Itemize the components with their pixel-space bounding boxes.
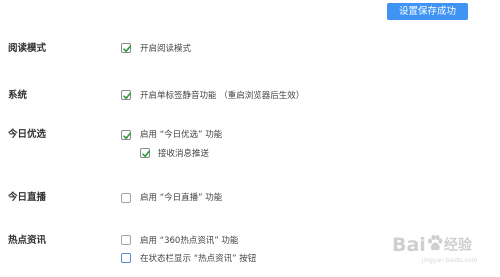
settings-page: 设置保存成功 阅读模式 开启阅读模式 系统 开启单标签静音功能 （重启浏览器后生… [0,0,500,277]
option-text-today-picks: 启用 “今日优选” 功能 [140,130,223,140]
watermark-brand-right: 经验 [443,237,472,254]
checkbox-hot-news[interactable] [121,235,131,245]
section-label-system: 系统 [8,90,28,101]
check-icon [123,92,131,100]
checkbox-today-live[interactable] [121,193,131,203]
paw-icon [427,231,443,261]
watermark-brand-left: Bai [392,234,426,256]
check-icon [123,45,131,53]
checkbox-reading-mode[interactable] [121,43,131,53]
checkbox-hot-news-statusbar[interactable] [121,253,131,263]
option-text-reading-mode: 开启阅读模式 [140,44,192,54]
checkbox-today-picks[interactable] [121,130,131,140]
save-status-badge: 设置保存成功 [387,3,468,20]
option-text-push-messages: 接收消息推送 [158,149,210,159]
section-label-today-live: 今日直播 [8,192,47,203]
check-icon [142,150,150,158]
checkbox-push-messages[interactable] [140,148,150,158]
watermark-url: jingyan.baidu.com [422,257,478,264]
baidu-jingyan-watermark: Bai 经验 jingyan.baidu.com [392,230,497,270]
option-text-tab-mute: 开启单标签静音功能 （重启浏览器后生效） [140,91,305,101]
section-label-hot-news: 热点资讯 [8,235,47,246]
checkbox-tab-mute[interactable] [121,90,131,100]
option-text-hot-news: 启用 “360热点资讯” 功能 [140,236,239,246]
option-text-today-live: 启用 “今日直播” 功能 [140,193,223,203]
section-label-today-picks: 今日优选 [8,129,47,140]
option-text-hot-news-statusbar: 在状态栏显示 “热点资讯” 按钮 [140,254,257,264]
section-label-reading-mode: 阅读模式 [8,43,47,54]
check-icon [123,132,131,140]
